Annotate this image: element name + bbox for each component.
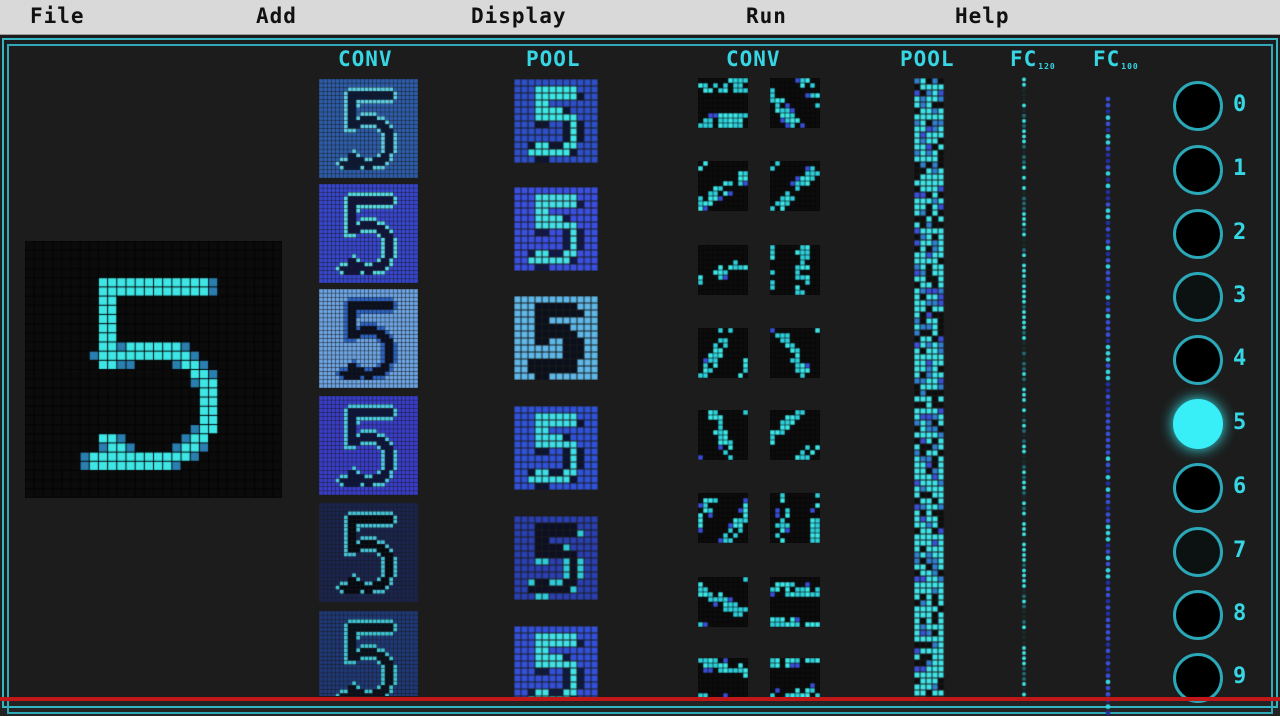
pool1-feature-map [514, 187, 598, 271]
fc120-neurons [1021, 77, 1027, 697]
pool1-feature-map [514, 296, 598, 380]
conv1-feature-map [319, 611, 418, 696]
output-neuron-7[interactable] [1173, 527, 1223, 577]
output-neuron-6[interactable] [1173, 463, 1223, 513]
output-neuron-4[interactable] [1173, 335, 1223, 385]
conv2-feature-map [698, 493, 748, 543]
output-label-0: 0 [1233, 92, 1247, 117]
menu-help[interactable]: Help [955, 3, 1010, 29]
conv2-feature-map [698, 328, 748, 378]
conv1-feature-map [319, 184, 418, 283]
pool1-feature-map [514, 406, 598, 490]
conv2-feature-map [770, 161, 820, 211]
output-label-1: 1 [1233, 156, 1247, 181]
conv2-feature-map [698, 78, 748, 128]
conv2-feature-map [698, 410, 748, 460]
header-fc1: FC120 [1010, 47, 1056, 71]
header-conv2: CONV [726, 47, 781, 71]
output-neuron-5[interactable] [1173, 399, 1223, 449]
conv1-feature-map [319, 289, 418, 388]
conv2-feature-map [770, 410, 820, 460]
menu-add[interactable]: Add [256, 3, 297, 29]
conv2-feature-map [770, 577, 820, 627]
output-label-9: 9 [1233, 664, 1247, 689]
header-fc1-size: 120 [1038, 62, 1056, 71]
header-fc2-label: FC [1093, 47, 1121, 71]
conv1-feature-map [319, 396, 418, 495]
conv2-feature-map [770, 245, 820, 295]
header-fc2: FC100 [1093, 47, 1139, 71]
output-label-2: 2 [1233, 220, 1247, 245]
pool2-feature-maps [914, 78, 946, 698]
pool1-feature-map [514, 516, 598, 600]
input-digit-image[interactable] [25, 241, 282, 498]
header-conv1: CONV [338, 47, 393, 71]
menu-run[interactable]: Run [746, 3, 787, 29]
fc100-neurons [1105, 96, 1111, 716]
header-fc1-label: FC [1010, 47, 1038, 71]
output-neuron-9[interactable] [1173, 653, 1223, 703]
conv2-feature-map [698, 161, 748, 211]
output-label-8: 8 [1233, 601, 1247, 626]
output-label-6: 6 [1233, 474, 1247, 499]
output-label-3: 3 [1233, 283, 1247, 308]
conv2-feature-map [698, 245, 748, 295]
menu-bar: File Add Display Run Help [0, 0, 1280, 35]
conv2-feature-map [698, 658, 748, 697]
conv2-feature-map [698, 577, 748, 627]
conv2-feature-map [770, 328, 820, 378]
conv1-feature-map [319, 503, 418, 602]
header-pool2: POOL [900, 47, 955, 71]
output-neuron-8[interactable] [1173, 590, 1223, 640]
output-neuron-1[interactable] [1173, 145, 1223, 195]
output-label-5: 5 [1233, 410, 1247, 435]
menu-file[interactable]: File [30, 3, 85, 29]
pool1-feature-map [514, 79, 598, 163]
output-neuron-0[interactable] [1173, 81, 1223, 131]
output-label-7: 7 [1233, 538, 1247, 563]
menu-display[interactable]: Display [471, 3, 567, 29]
conv2-feature-map [770, 78, 820, 128]
conv2-feature-map [770, 493, 820, 543]
conv1-feature-map [319, 79, 418, 178]
output-label-4: 4 [1233, 346, 1247, 371]
pool1-feature-map [514, 626, 598, 698]
header-fc2-size: 100 [1121, 62, 1139, 71]
header-pool1: POOL [526, 47, 581, 71]
conv2-feature-map [770, 658, 820, 697]
window-bottom-edge [0, 697, 1280, 701]
output-neuron-2[interactable] [1173, 209, 1223, 259]
output-neuron-3[interactable] [1173, 272, 1223, 322]
